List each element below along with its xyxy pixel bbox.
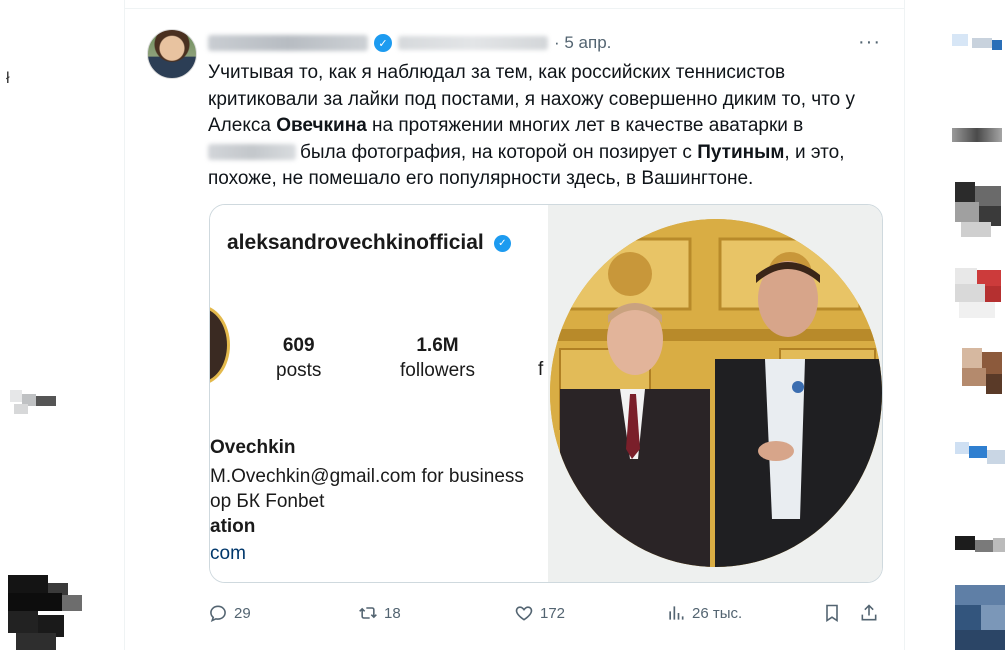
instagram-posts-stat: 609 posts <box>276 335 321 382</box>
bio-name: Ovechkin <box>210 437 296 458</box>
left-edge-glyph: ł <box>6 70 10 87</box>
right-blurred-fragment-4 <box>955 268 1001 318</box>
followers-count: 1.6M <box>416 335 459 356</box>
bio-category: ation <box>210 516 256 537</box>
bio-email: M.Ovechkin@gmail.com for business <box>210 466 524 487</box>
photo-illustration <box>550 219 882 567</box>
tweet-text: Учитывая то, как я наблюдал за тем, как … <box>208 60 878 193</box>
author-name-blurred[interactable] <box>208 35 368 51</box>
share-icon <box>861 604 877 621</box>
retweet-button[interactable]: 18 <box>358 601 401 625</box>
right-blurred-fragment-3 <box>955 182 1001 237</box>
bookmark-icon <box>826 604 838 622</box>
avatar-photo-panel <box>548 205 882 582</box>
bio-sponsor: ор БК Fonbet <box>210 491 325 512</box>
profile-photo-circle <box>550 219 882 567</box>
blurred-word <box>208 143 296 160</box>
tweet-text-part-2: на протяжении многих лет в качестве ават… <box>366 115 804 136</box>
heart-icon <box>515 606 533 621</box>
views-chart-icon <box>669 606 684 620</box>
share-button[interactable] <box>859 601 879 625</box>
views-button[interactable]: 26 тыс. <box>666 601 742 625</box>
right-column-border <box>904 0 905 650</box>
author-handle-blurred[interactable] <box>398 36 548 50</box>
posts-count: 609 <box>282 335 315 356</box>
right-blurred-fragment-5 <box>962 348 1002 398</box>
right-blurred-fragment-7 <box>955 536 1005 556</box>
left-blurred-fragment-1 <box>10 390 56 418</box>
followers-label: followers <box>400 360 475 381</box>
posts-label: posts <box>276 360 322 381</box>
instagram-profile-screenshot: aleksandrovechkinofficial ✓ 609 posts 1.… <box>210 205 548 582</box>
views-count: 26 тыс. <box>692 604 743 622</box>
right-blurred-fragment-2 <box>952 128 1002 142</box>
instagram-username-text: aleksandrovechkinofficial <box>227 231 484 254</box>
retweet-count: 18 <box>384 604 401 622</box>
bio-link: com <box>210 543 246 564</box>
right-blurred-fragment-8 <box>955 585 1005 650</box>
like-count: 172 <box>540 604 566 622</box>
reply-button[interactable]: 29 <box>208 601 251 625</box>
left-blurred-fragment-2 <box>8 575 82 650</box>
reply-icon <box>210 605 226 622</box>
reply-count: 29 <box>234 604 251 622</box>
tweet-text-bold-ovechkin: Овечкина <box>276 115 367 136</box>
tweet-timestamp[interactable]: · 5 апр. <box>554 33 611 53</box>
following-label-partial: f <box>538 359 544 380</box>
bookmark-button[interactable] <box>822 601 842 625</box>
right-blurred-fragment-6 <box>955 440 1005 466</box>
author-avatar[interactable] <box>147 29 197 79</box>
tweet-header: ✓ · 5 апр. <box>208 31 611 55</box>
more-options-icon[interactable]: ··· <box>858 31 881 54</box>
like-button[interactable]: 172 <box>514 601 565 625</box>
tweet-media[interactable]: aleksandrovechkinofficial ✓ 609 posts 1.… <box>209 204 883 583</box>
retweet-icon <box>359 607 377 619</box>
right-blurred-fragment-1 <box>952 34 1002 56</box>
tweet[interactable]: ✓ · 5 апр. ··· Учитывая то, как я наблюд… <box>125 9 904 650</box>
tweet-actions: 29 18 172 26 тыс. <box>208 601 888 625</box>
instagram-username: aleksandrovechkinofficial ✓ <box>227 231 511 255</box>
tweet-text-part-3: была фотография, на которой он позирует … <box>300 141 698 163</box>
tweet-text-bold-putin: Путиным <box>697 141 785 163</box>
instagram-avatar-edge <box>210 305 230 385</box>
verified-badge-icon: ✓ <box>374 34 392 52</box>
instagram-verified-icon: ✓ <box>493 234 511 252</box>
instagram-followers-stat: 1.6M followers <box>400 335 475 382</box>
